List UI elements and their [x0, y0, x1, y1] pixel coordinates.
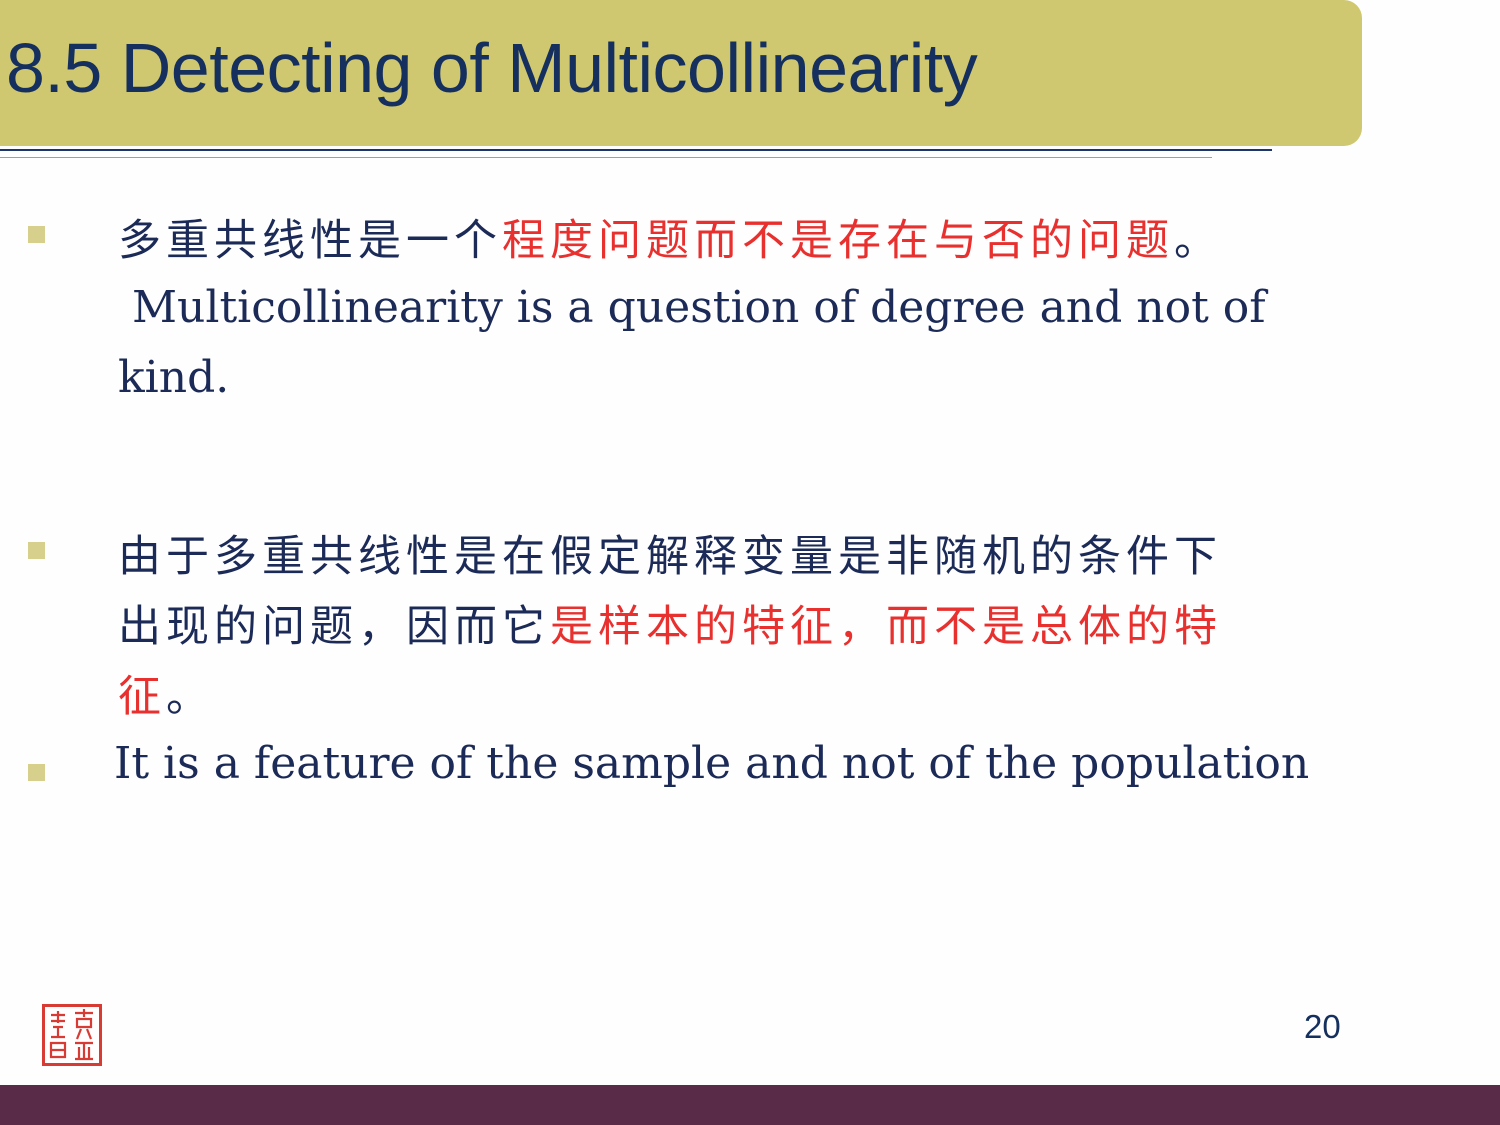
footer-bar	[0, 1085, 1500, 1125]
bullet-2-line2-highlight: 是样本的特征，而不是总体的特	[550, 602, 1222, 652]
slide-title: 8.5 Detecting of Multicollinearity	[6, 29, 978, 107]
bullet-1-cn-highlight: 程度问题而不是存在与否的问题	[502, 216, 1174, 266]
title-underline-thin	[0, 157, 1212, 158]
title-underline	[0, 149, 1272, 151]
bullet-marker-2	[28, 542, 45, 559]
bullet-1-cn-suffix: 。	[1174, 216, 1222, 266]
bullet-2-line3-highlight: 征	[118, 672, 166, 722]
bullet-2-line3: 征。	[118, 662, 214, 724]
bullet-2-line2-prefix: 出现的问题，因而它	[118, 602, 550, 652]
bullet-1-english-line2: kind.	[118, 352, 230, 403]
bullet-1-english-line1: Multicollinearity is a question of degre…	[118, 282, 1266, 333]
bullet-1-chinese: 多重共线性是一个程度问题而不是存在与否的问题。	[118, 206, 1222, 268]
bullet-1-cn-prefix: 多重共线性是一个	[118, 216, 502, 266]
bullet-marker-3	[28, 764, 45, 781]
bullet-2-line3-suffix: 。	[166, 672, 214, 722]
bullet-2-line2: 出现的问题，因而它是样本的特征，而不是总体的特	[118, 592, 1222, 654]
title-bar: 8.5 Detecting of Multicollinearity	[0, 0, 1362, 146]
red-seal-stamp-icon	[42, 1004, 102, 1066]
bullet-3-english: It is a feature of the sample and not of…	[114, 738, 1310, 789]
bullet-2-line1: 由于多重共线性是在假定解释变量是非随机的条件下	[118, 532, 1222, 582]
page-number: 20	[1304, 1008, 1341, 1045]
bullet-marker-1	[28, 226, 45, 243]
